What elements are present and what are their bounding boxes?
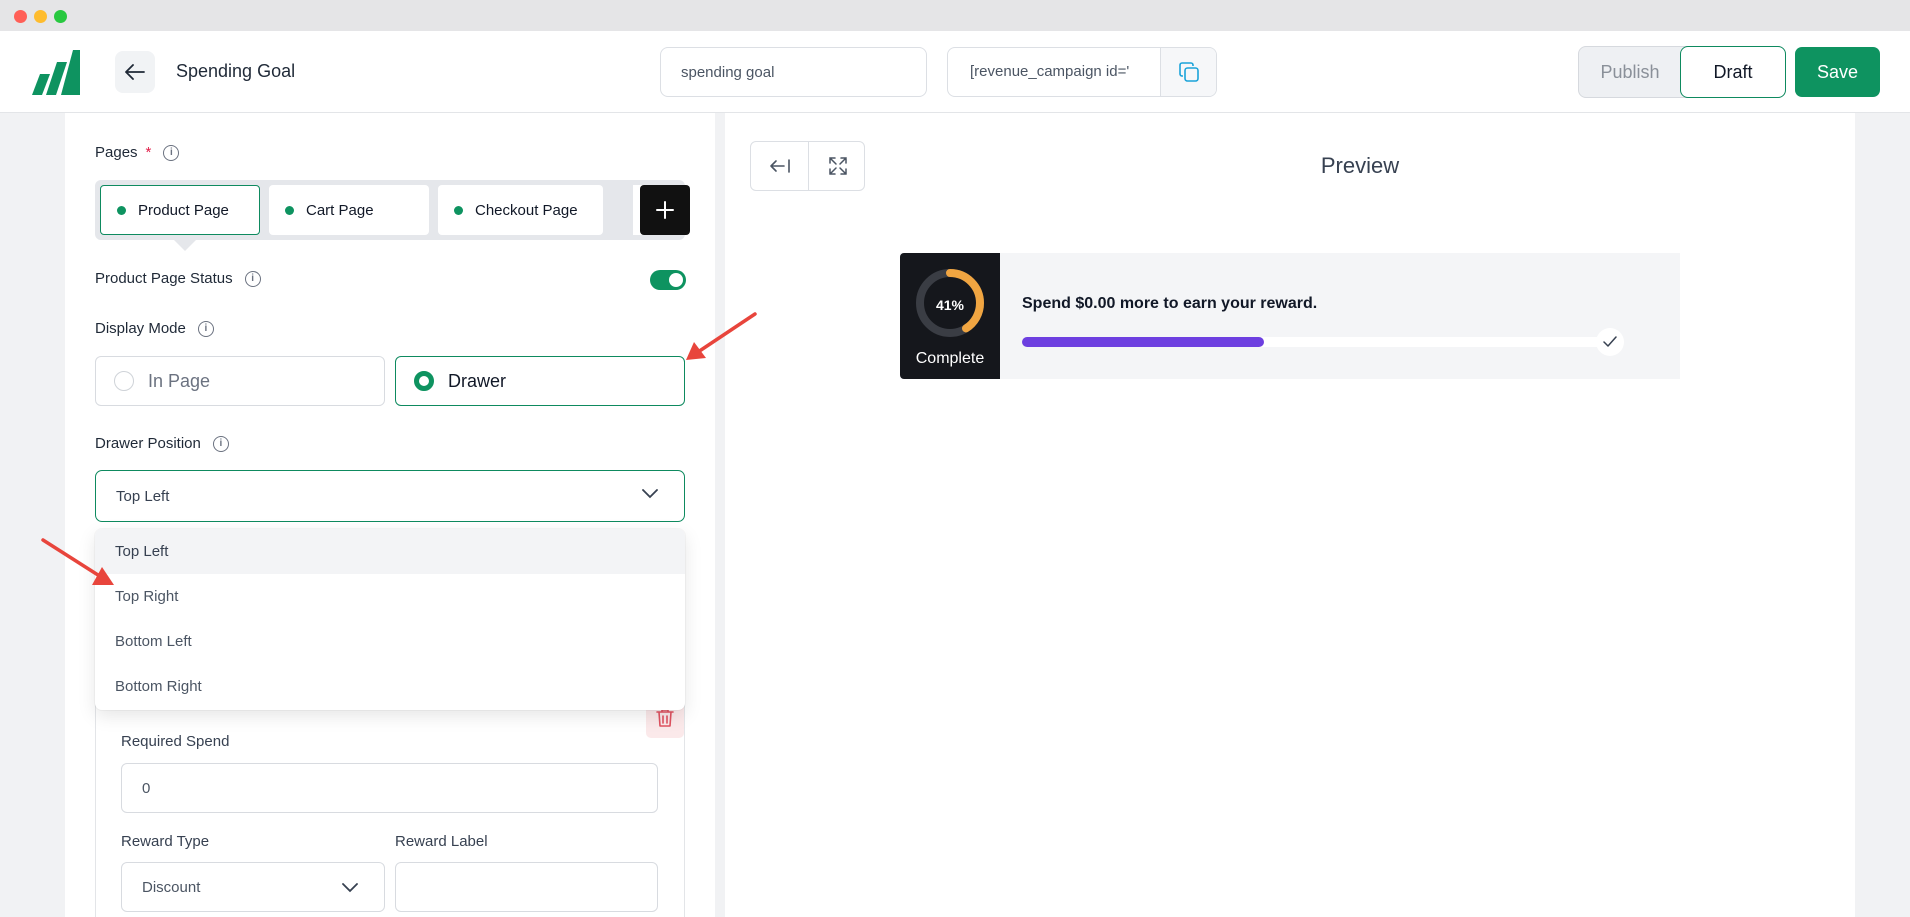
drawer-position-select[interactable]: Top Left xyxy=(95,470,685,522)
drawer-position-dropdown: Top Left Top Right Bottom Left Bottom Ri… xyxy=(95,529,685,710)
active-tab-pointer xyxy=(173,239,197,251)
status-dot xyxy=(454,205,463,215)
top-bar: Spending Goal [revenue_campaign id=' Pub… xyxy=(0,31,1910,113)
selected-value: Top Left xyxy=(116,487,170,505)
tab-checkout-page[interactable]: Checkout Page xyxy=(438,185,603,235)
preview-panel: Preview 41% Complete Spend $0.00 more to… xyxy=(725,113,1855,917)
reward-type-label: Reward Type xyxy=(121,833,210,850)
required-mark: * xyxy=(145,144,152,161)
toggle-knob xyxy=(669,273,683,287)
check-icon xyxy=(1603,336,1617,347)
status-dot xyxy=(117,205,126,215)
info-icon[interactable]: i xyxy=(212,435,229,452)
copy-icon xyxy=(1178,62,1199,82)
radio-unchecked xyxy=(114,371,134,391)
page-tabs: Product Page Cart Page Checkout Page xyxy=(95,180,690,240)
preview-title: Preview xyxy=(1320,153,1400,178)
radio-checked xyxy=(414,371,434,391)
goal-percent: 41% xyxy=(935,297,965,313)
dropdown-option-top-left[interactable]: Top Left xyxy=(95,529,685,574)
drawer-position-label: Drawer Position i xyxy=(95,435,229,452)
goal-message: Spend $0.00 more to earn your reward. xyxy=(1022,295,1318,312)
plus-icon xyxy=(656,201,674,219)
app-logo-icon xyxy=(32,50,80,95)
settings-panel: Pages * i Product Page Cart Page Checkout… xyxy=(65,113,715,917)
tab-product-page[interactable]: Product Page xyxy=(100,185,260,235)
window-close-button[interactable] xyxy=(14,10,27,23)
page-title: Spending Goal xyxy=(176,61,296,81)
fullscreen-button[interactable] xyxy=(809,142,866,190)
reward-label-label: Reward Label xyxy=(395,833,488,850)
dropdown-option-bottom-left[interactable]: Bottom Left xyxy=(95,619,685,664)
shortcode-field[interactable]: [revenue_campaign id=' xyxy=(947,47,1217,97)
copy-shortcode-button[interactable] xyxy=(1160,48,1216,96)
window-maximize-button[interactable] xyxy=(54,10,67,23)
required-spend-input[interactable]: 0 xyxy=(121,763,658,813)
reward-type-select[interactable]: Discount xyxy=(121,862,385,912)
goal-badge: 41% Complete xyxy=(900,253,1000,379)
preview-toolbar xyxy=(750,141,865,191)
reward-label-input[interactable] xyxy=(395,862,658,912)
display-mode-drawer[interactable]: Drawer xyxy=(395,356,685,406)
add-page-button[interactable] xyxy=(640,185,690,235)
collapse-sidebar-button[interactable] xyxy=(751,142,808,190)
window-minimize-button[interactable] xyxy=(34,10,47,23)
publish-button[interactable]: Publish xyxy=(1579,47,1681,97)
page-status-toggle[interactable] xyxy=(650,270,686,290)
dropdown-option-top-right[interactable]: Top Right xyxy=(95,574,685,619)
spending-goal-preview: 41% Complete Spend $0.00 more to earn yo… xyxy=(900,253,1680,379)
chevron-down-icon xyxy=(642,489,658,499)
info-icon[interactable]: i xyxy=(197,320,214,337)
progress-track xyxy=(1022,337,1612,347)
expand-icon xyxy=(828,157,847,175)
arrow-left-icon xyxy=(125,64,145,80)
arrow-left-to-line-icon xyxy=(769,159,790,173)
shortcode-text: [revenue_campaign id=' xyxy=(970,63,1130,80)
info-icon[interactable]: i xyxy=(163,144,180,161)
pages-label: Pages * i xyxy=(95,144,180,161)
tab-cart-page[interactable]: Cart Page xyxy=(269,185,429,235)
window-titlebar xyxy=(0,0,1910,31)
display-mode-label: Display Mode i xyxy=(95,320,214,337)
display-mode-in-page[interactable]: In Page xyxy=(95,356,385,406)
publish-status-toggle: Publish Draft xyxy=(1578,46,1786,98)
required-spend-label: Required Spend xyxy=(121,733,230,750)
goal-check-marker xyxy=(1596,328,1624,356)
save-button[interactable]: Save xyxy=(1795,47,1880,97)
goal-complete-label: Complete xyxy=(915,350,985,367)
chevron-down-icon xyxy=(342,883,358,893)
dropdown-option-bottom-right[interactable]: Bottom Right xyxy=(95,664,685,709)
draft-button[interactable]: Draft xyxy=(1680,46,1786,98)
back-button[interactable] xyxy=(115,51,155,93)
page-status-label: Product Page Status i xyxy=(95,270,261,287)
progress-fill xyxy=(1022,337,1264,347)
trash-icon xyxy=(656,709,674,727)
status-dot xyxy=(285,205,294,215)
info-icon[interactable]: i xyxy=(244,270,261,287)
campaign-name-input[interactable] xyxy=(660,47,927,97)
